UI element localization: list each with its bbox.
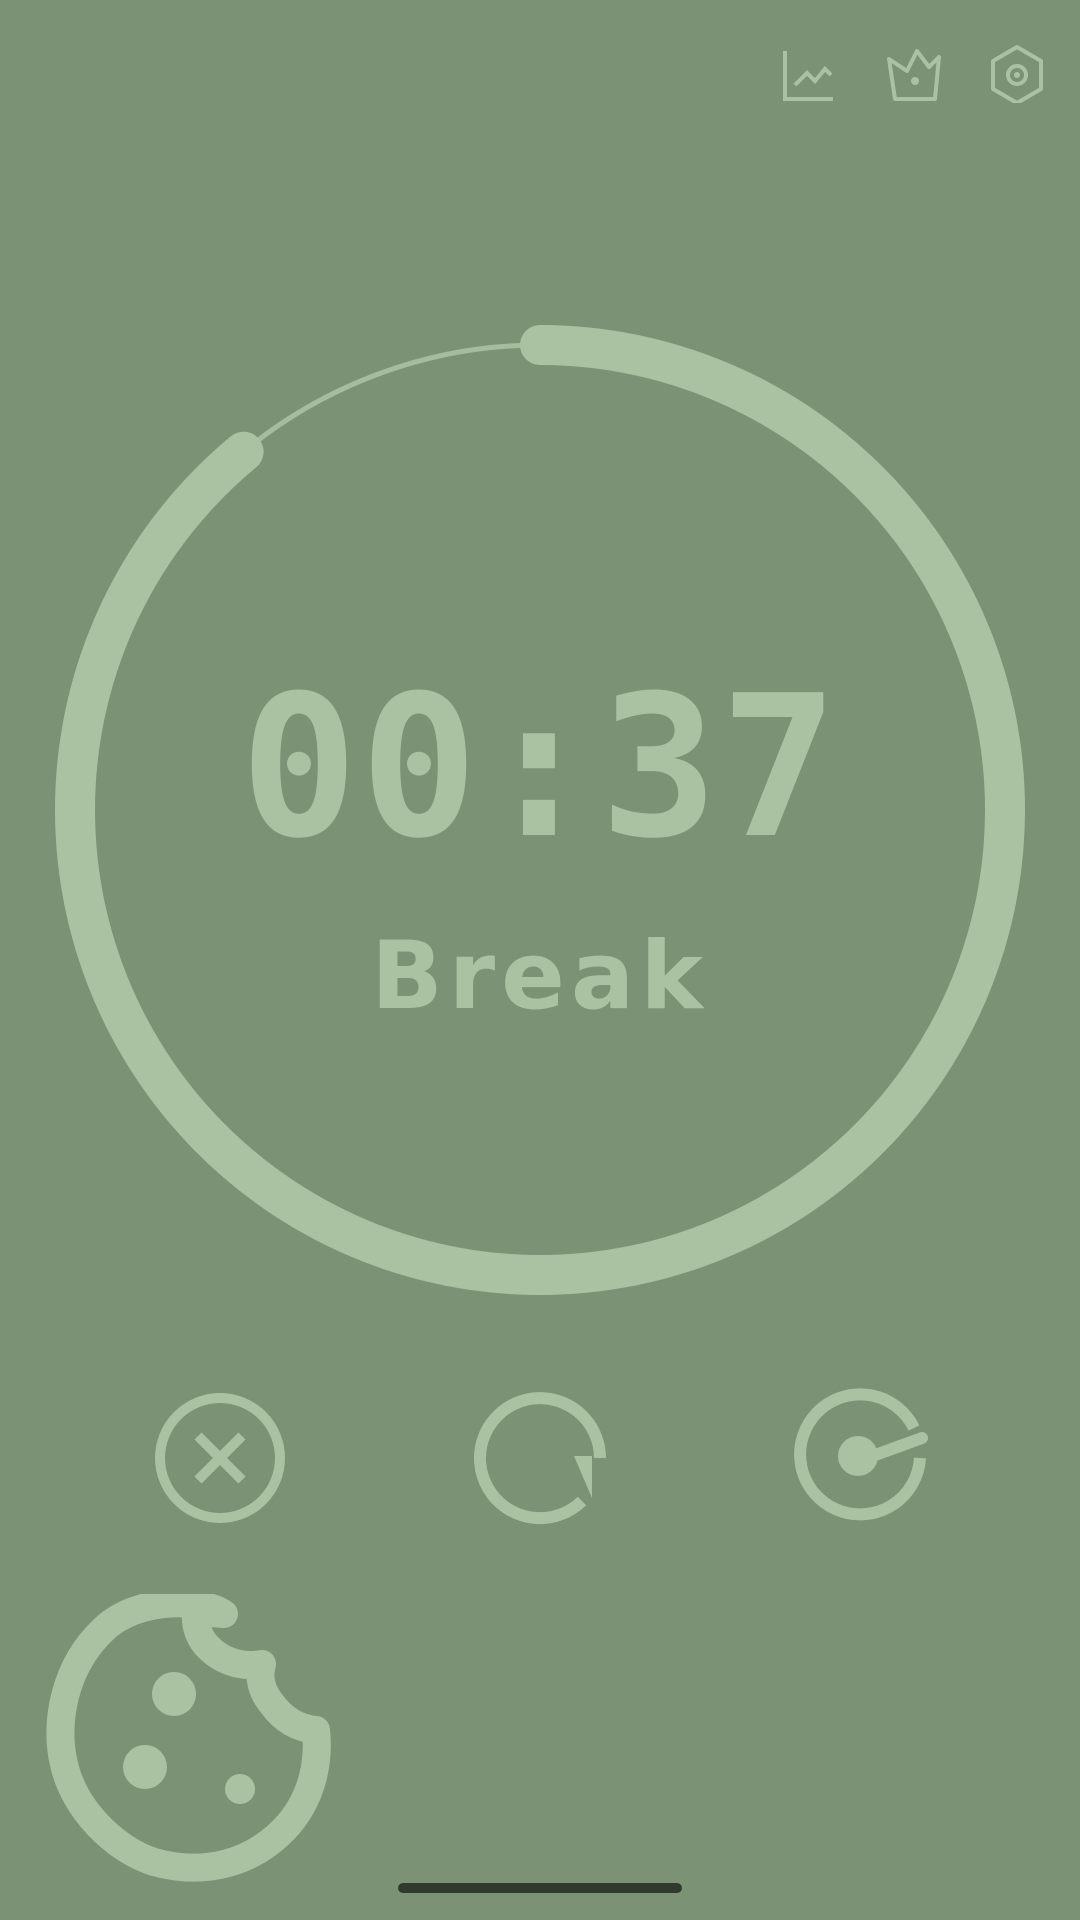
restart-button[interactable] <box>470 1388 610 1528</box>
skip-button[interactable] <box>790 1388 930 1528</box>
skip-icon <box>794 1388 928 1521</box>
stop-icon <box>155 1393 285 1523</box>
cookie-icon[interactable] <box>44 1594 344 1894</box>
restart-icon <box>474 1392 606 1525</box>
stop-button[interactable] <box>150 1388 290 1528</box>
home-indicator[interactable] <box>398 1883 682 1893</box>
mode-label: Break <box>371 922 709 1031</box>
time-display: 00:37 <box>239 654 840 882</box>
